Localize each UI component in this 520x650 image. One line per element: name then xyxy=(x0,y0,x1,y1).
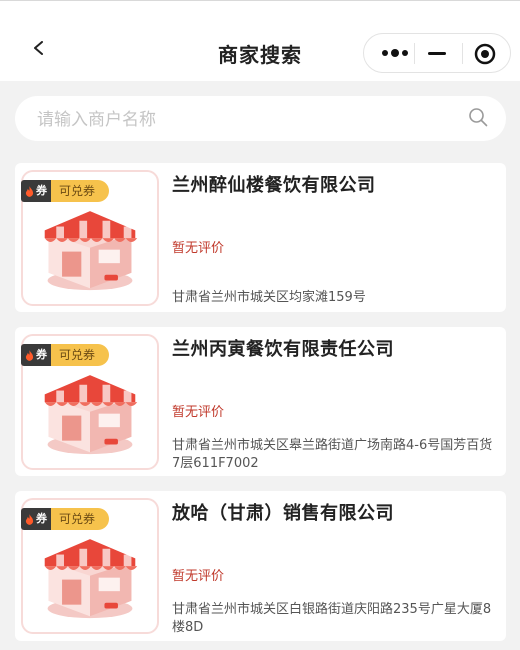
merchant-image: 券 可兑券 xyxy=(21,170,159,306)
merchant-name: 兰州丙寅餐饮有限责任公司 xyxy=(172,339,394,360)
merchant-rating: 暂无评价 xyxy=(172,405,225,420)
flame-icon xyxy=(25,349,34,361)
storefront-illustration xyxy=(44,375,138,455)
search-bar xyxy=(15,96,506,143)
flame-icon xyxy=(25,513,34,525)
hot-tag: 券 xyxy=(21,508,51,530)
coupon-badge: 券 可兑券 xyxy=(21,344,110,366)
coupon-badge: 券 可兑券 xyxy=(21,508,110,530)
search-input[interactable] xyxy=(35,96,459,143)
capsule-divider xyxy=(414,43,415,64)
navigation-bar: 商家搜索 xyxy=(0,0,520,81)
target-circle-icon[interactable] xyxy=(474,43,496,65)
merchant-card[interactable]: 券 可兑券 兰州醉仙楼餐饮有限公司 暂无评价 甘肃省兰州市城关区均家滩159号 xyxy=(15,163,506,312)
merchant-image: 券 可兑券 xyxy=(21,334,159,470)
flame-icon xyxy=(25,185,34,197)
merchant-rating: 暂无评价 xyxy=(172,241,225,256)
merchant-rating: 暂无评价 xyxy=(172,569,225,584)
merchant-address: 甘肃省兰州市城关区白银路街道庆阳路235号广星大厦8楼8D xyxy=(172,602,492,635)
coupon-label: 可兑券 xyxy=(51,508,110,530)
minimize-icon[interactable] xyxy=(428,52,446,55)
more-dots-icon[interactable] xyxy=(380,45,410,61)
merchant-address: 甘肃省兰州市城关区皋兰路街道广场南路4-6号国芳百货7层611F7002 xyxy=(172,438,493,471)
hot-tag: 券 xyxy=(21,180,51,202)
storefront-illustration xyxy=(44,539,138,619)
merchant-card[interactable]: 券 可兑券 兰州丙寅餐饮有限责任公司 暂无评价 甘肃省兰州市城关区皋兰路街道广场… xyxy=(15,327,506,476)
hot-tag: 券 xyxy=(21,344,51,366)
capsule-divider xyxy=(462,43,463,64)
merchant-address: 甘肃省兰州市城关区均家滩159号 xyxy=(172,290,366,305)
coupon-label: 可兑券 xyxy=(51,180,110,202)
coupon-badge: 券 可兑券 xyxy=(21,180,110,202)
mini-program-capsule xyxy=(363,33,511,73)
merchant-image: 券 可兑券 xyxy=(21,498,159,634)
storefront-illustration xyxy=(44,211,138,291)
coupon-label: 可兑券 xyxy=(51,344,110,366)
search-icon[interactable] xyxy=(468,107,488,127)
merchant-name: 兰州醉仙楼餐饮有限公司 xyxy=(172,175,376,196)
merchant-card[interactable]: 券 可兑券 放哈（甘肃）销售有限公司 暂无评价 甘肃省兰州市城关区白银路街道庆阳… xyxy=(15,491,506,641)
merchant-name: 放哈（甘肃）销售有限公司 xyxy=(172,503,394,524)
